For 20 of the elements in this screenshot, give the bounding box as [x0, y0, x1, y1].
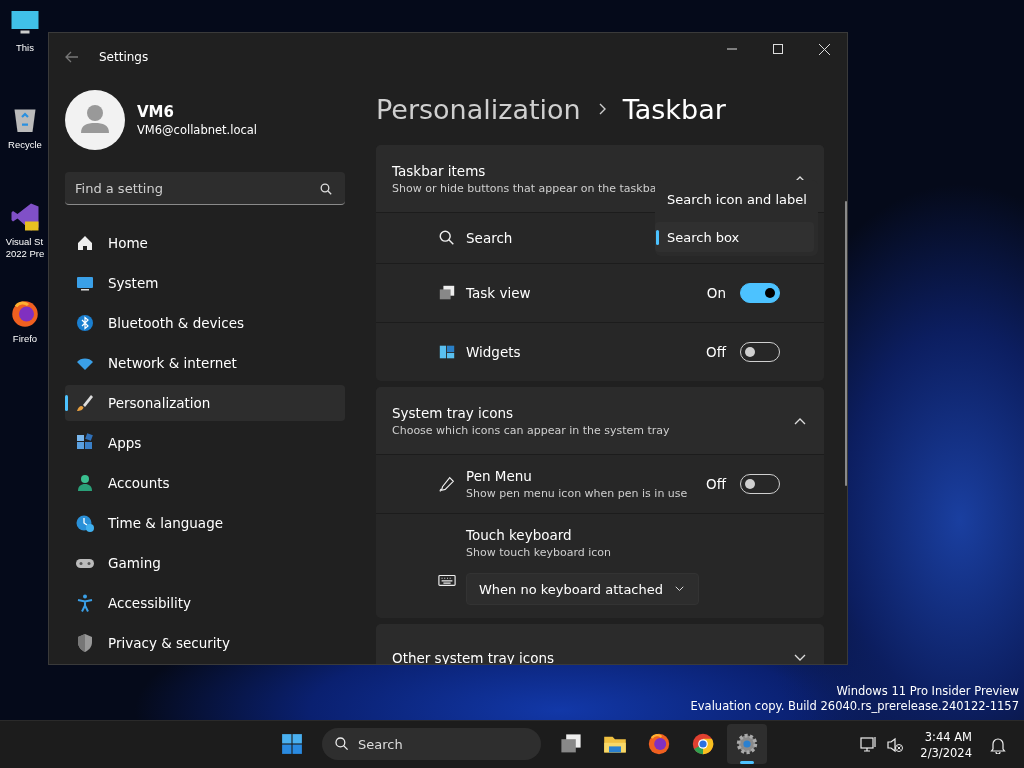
setting-description: Show pen menu icon when pen is in use [466, 487, 688, 500]
setting-label: Search [466, 230, 513, 246]
toggle-state-label: Off [706, 344, 726, 360]
setting-label: Pen Menu [466, 468, 533, 484]
setting-label: Task view [466, 285, 531, 301]
build-info-text: Windows 11 Pro Insider Preview [835, 684, 1019, 699]
toggle-state-label: On [706, 285, 726, 301]
build-info-text: Evaluation copy. Build 26040.rs_prerelease.240122-1157 [690, 699, 1019, 714]
setting-description: Show touch keyboard icon [466, 546, 613, 559]
setting-label: Touch keyboard [466, 527, 573, 543]
window-title: Settings [99, 50, 149, 64]
user-name: VM6 [137, 103, 175, 121]
user-email: VM6@collabnet.local [137, 123, 258, 137]
page-title: Taskbar [622, 93, 726, 125]
section-subtitle: Show or hide buttons that appear on the taskba [392, 181, 657, 195]
toggle-state-label: Off [706, 476, 726, 492]
section-subtitle: Choose which icons can appear in the system tray [392, 423, 670, 437]
section-title: System tray icons [392, 404, 515, 421]
setting-label: Widgets [466, 344, 521, 360]
section-title: Taskbar items [392, 162, 487, 179]
